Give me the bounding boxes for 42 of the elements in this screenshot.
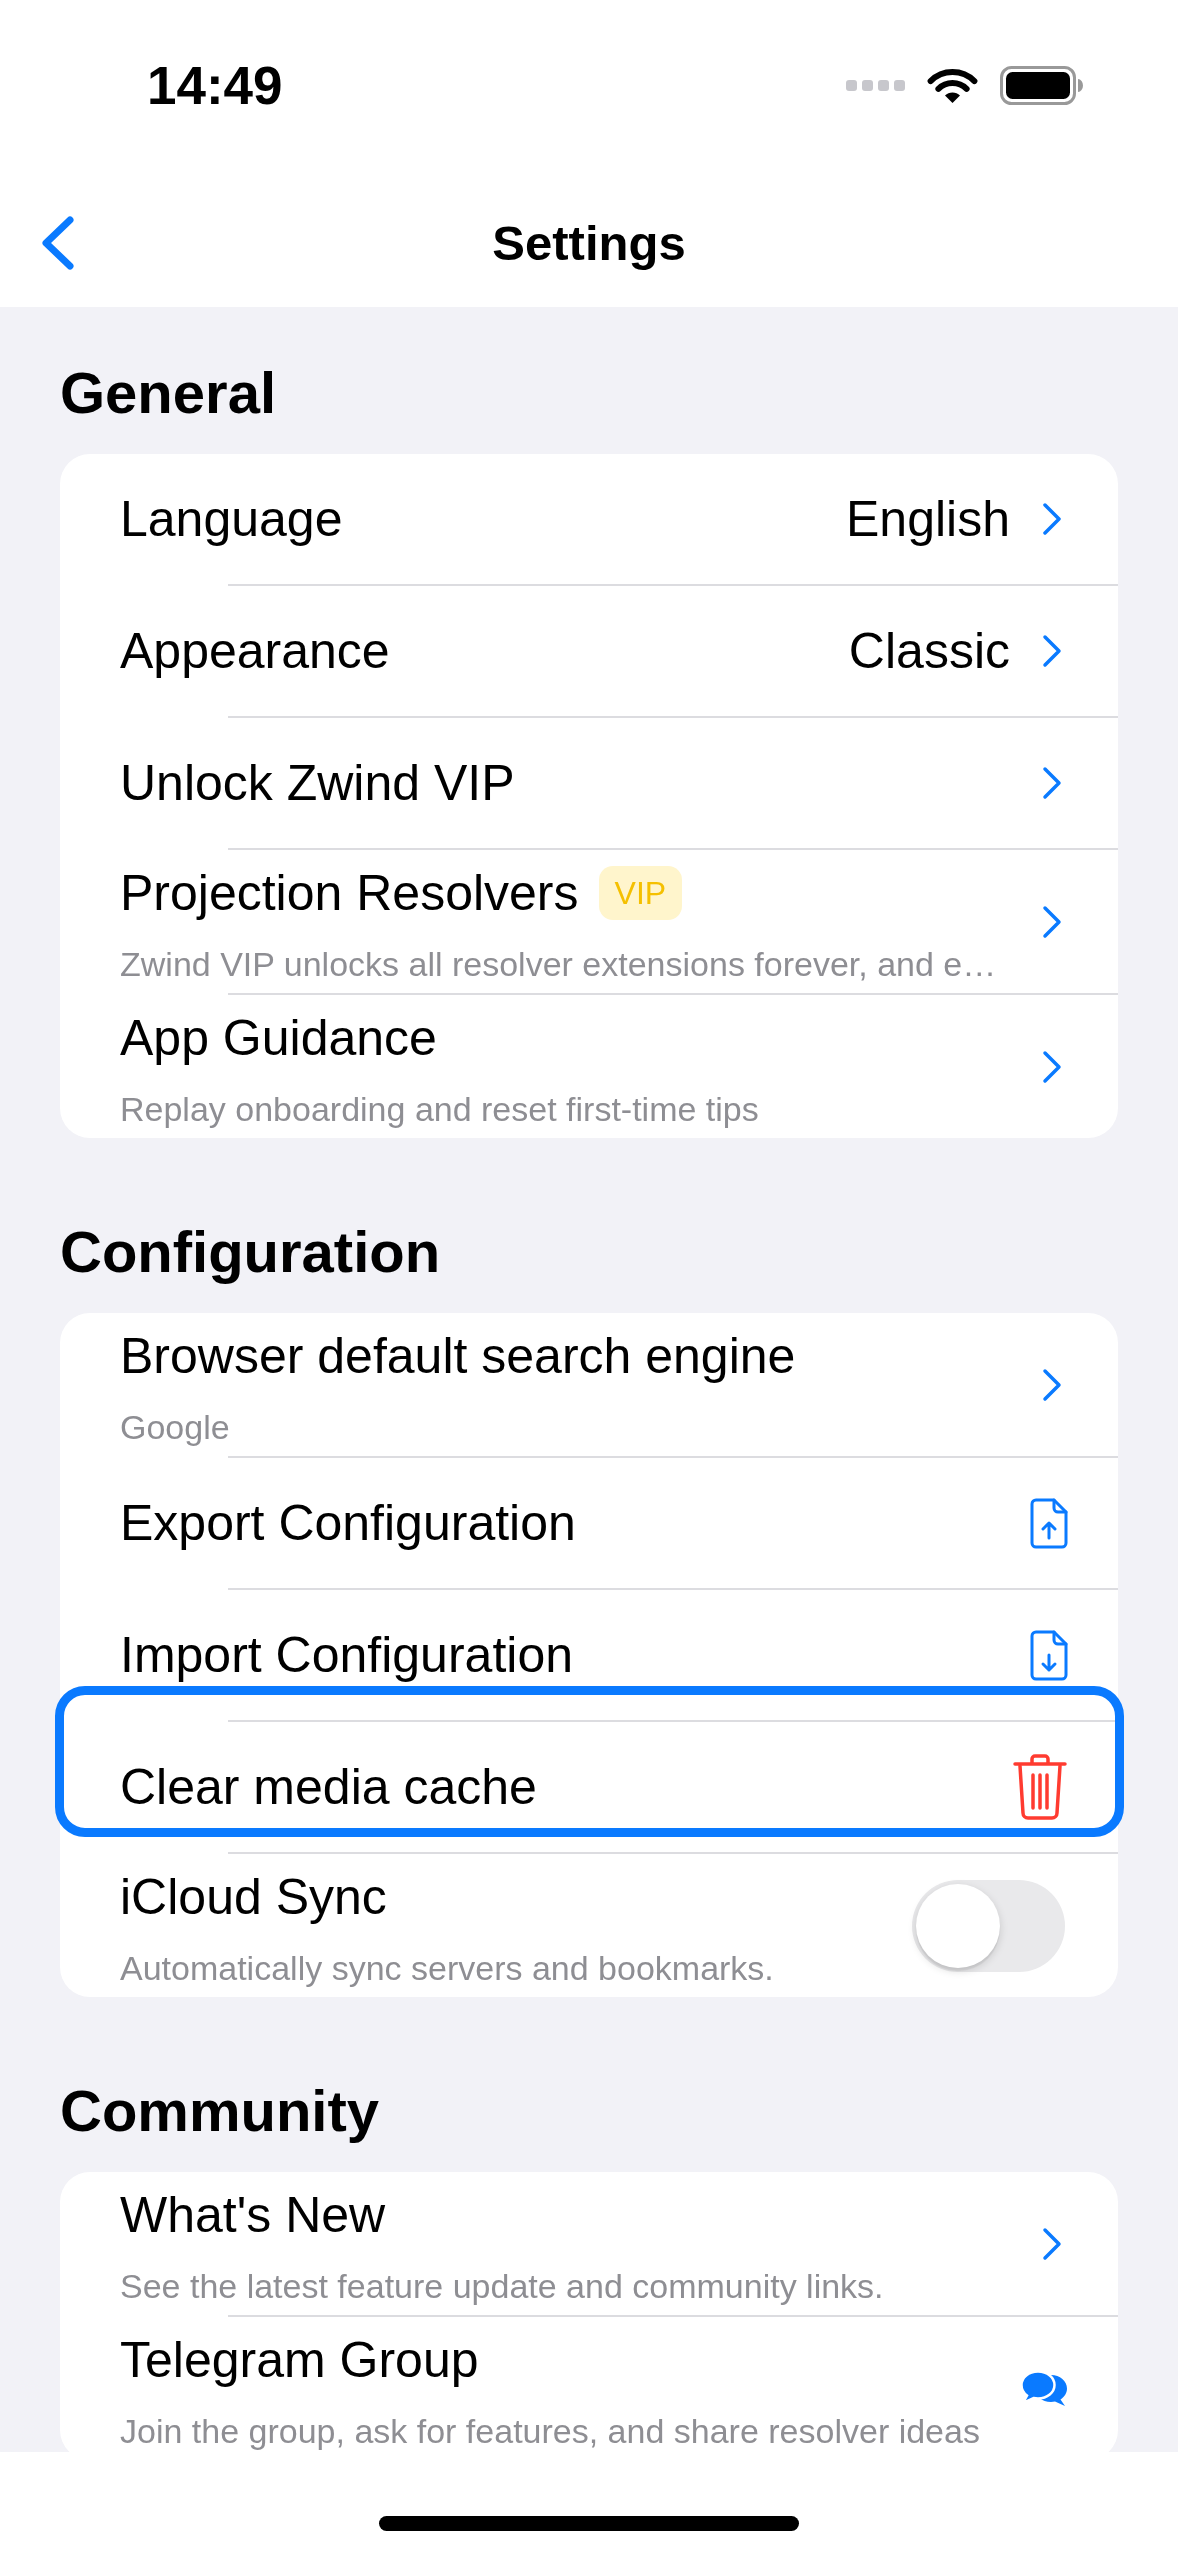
chevron-right-icon — [1042, 634, 1062, 668]
document-up-arrow-icon — [1030, 1497, 1068, 1549]
row-title[interactable]: Browser default search engine — [120, 1328, 796, 1384]
section-heading: Community — [60, 2077, 379, 2145]
chevron-right-icon — [1042, 1367, 1062, 1402]
row-title[interactable]: Projection Resolvers — [120, 865, 579, 921]
chevron-right-icon — [1042, 1049, 1062, 1084]
trash-icon — [1012, 1754, 1068, 1820]
chevron-right-icon — [1042, 2226, 1062, 2261]
row-subtitle: Zwind VIP unlocks all resolver extensions forever, and e… — [120, 944, 997, 985]
clock-time: 14:49 — [147, 58, 283, 112]
row-title[interactable]: Appearance — [120, 623, 390, 679]
row-subtitle: Join the group, ask for features, and share resolver ideas — [120, 2411, 980, 2452]
nav-title: Settings — [492, 215, 686, 272]
chevron-right-icon — [1042, 502, 1062, 536]
vip-badge: VIP — [598, 866, 683, 920]
row-title[interactable]: App Guidance — [120, 1010, 437, 1066]
home-indicator[interactable] — [379, 2515, 799, 2531]
signal-icon — [846, 79, 905, 91]
chevron-right-icon — [1042, 904, 1062, 939]
chevron-right-icon — [1042, 766, 1062, 800]
section-heading: General — [60, 359, 276, 427]
wifi-icon — [927, 66, 978, 104]
battery-icon — [1000, 65, 1083, 105]
row-title[interactable]: Import Configuration — [120, 1627, 573, 1683]
row-title[interactable]: Language — [120, 491, 343, 547]
row-title[interactable]: Telegram Group — [120, 2332, 479, 2388]
section-heading: Configuration — [60, 1218, 441, 1286]
row-title[interactable]: iCloud Sync — [120, 1869, 387, 1925]
back-icon[interactable] — [41, 216, 75, 270]
document-down-arrow-icon — [1030, 1629, 1068, 1681]
row-subtitle: See the latest feature update and community links. — [120, 2266, 884, 2307]
row-subtitle: Automatically sync servers and bookmarks. — [120, 1948, 774, 1989]
row-subtitle: Google — [120, 1407, 230, 1448]
chat-bubbles-icon — [1020, 2369, 1068, 2408]
row-title[interactable]: What's New — [120, 2187, 386, 2243]
row-subtitle: Replay onboarding and reset first-time tips — [120, 1089, 759, 1130]
row-title[interactable]: Unlock Zwind VIP — [120, 755, 515, 811]
row-value: English — [846, 491, 1010, 547]
row-value: Classic — [848, 623, 1010, 679]
row-title[interactable]: Clear media cache — [120, 1759, 537, 1815]
row-title[interactable]: Export Configuration — [120, 1495, 576, 1551]
